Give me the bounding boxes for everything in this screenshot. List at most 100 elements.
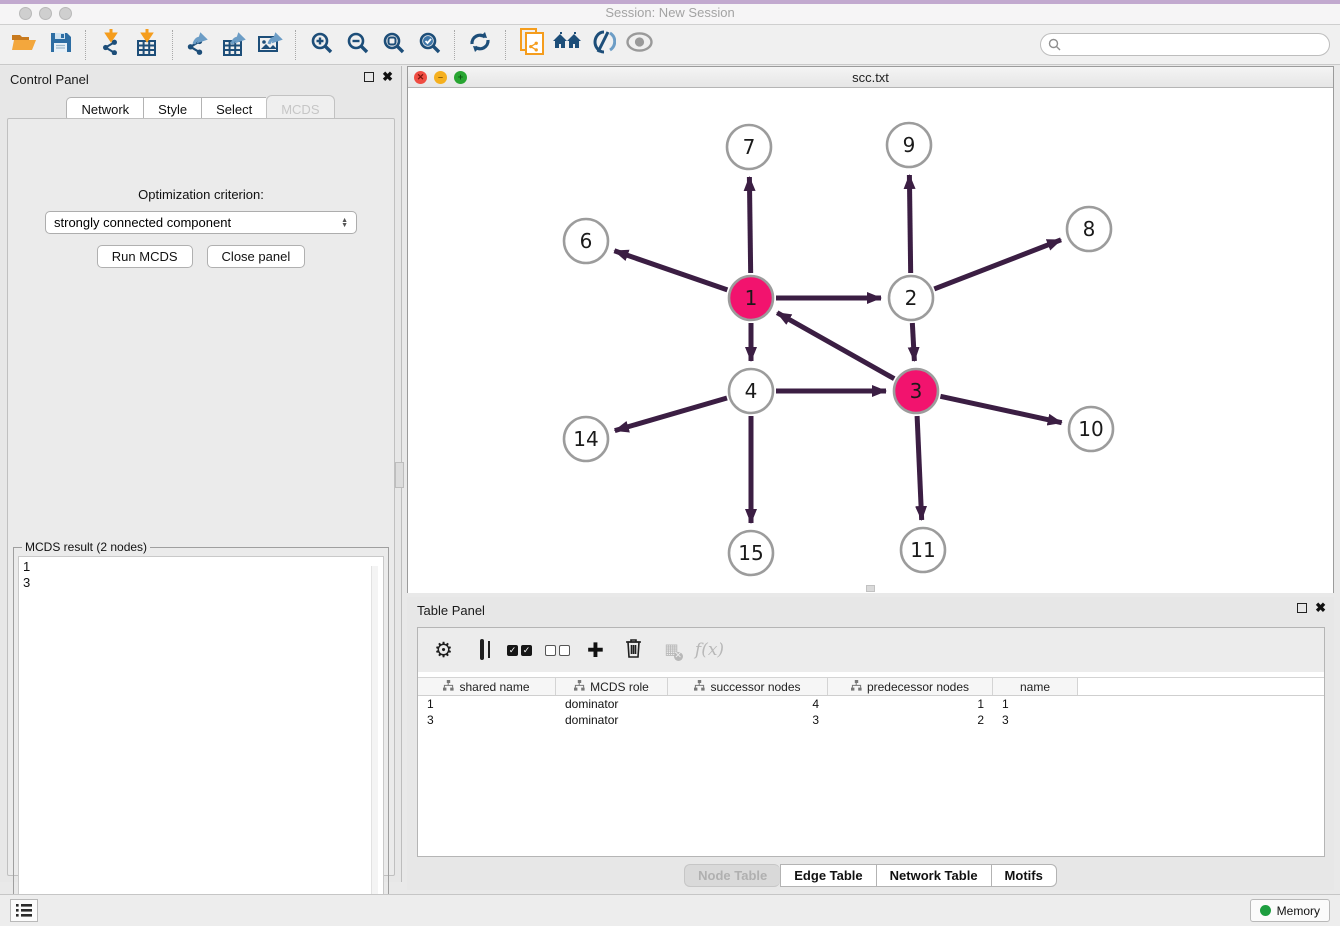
node-2[interactable]: 2 [889,276,933,320]
node-3[interactable]: 3 [894,369,938,413]
panel-splitter-handle[interactable] [395,462,404,488]
toolbar-separator [454,30,455,60]
refresh-button[interactable] [462,29,498,61]
cell-predecessor-nodes[interactable]: 1 [828,697,993,711]
houses-button[interactable] [549,29,585,61]
show-details-button[interactable] [621,29,657,61]
canvas-scroll-nub[interactable] [866,585,875,592]
save-session-button[interactable] [42,29,78,61]
cell-successor-nodes[interactable]: 3 [668,713,828,727]
export-image-button[interactable] [252,29,288,61]
export-table-button[interactable] [216,29,252,61]
run-mcds-button[interactable]: Run MCDS [97,245,193,268]
status-bar: Memory [0,894,1340,926]
criterion-dropdown-value: strongly connected component [54,215,341,230]
table-panel: Table Panel ✖ ⚙✓✓✚▦✕f(x) shared nameMCDS… [407,597,1334,890]
node-8[interactable]: 8 [1067,207,1111,251]
node-table[interactable]: shared nameMCDS rolesuccessor nodesprede… [418,677,1324,728]
table-settings-button[interactable]: ⚙ [428,635,459,665]
task-history-button[interactable] [10,899,38,922]
select-all-button[interactable]: ✓✓ [504,635,535,665]
node-1[interactable]: 1 [729,276,773,320]
edge-1-7[interactable] [749,177,750,273]
close-panel-icon[interactable]: ✖ [382,72,393,82]
cell-name[interactable]: 3 [993,713,1078,727]
task-list-icon [16,904,32,917]
edge-2-9[interactable] [909,175,910,273]
zoom-selected-button[interactable] [411,29,447,61]
export-image-icon [258,29,283,61]
zoom-out-button[interactable] [339,29,375,61]
column-header-predecessor-nodes[interactable]: predecessor nodes [828,678,993,695]
show-details-icon [626,32,653,57]
edge-1-6[interactable] [614,251,727,290]
mcds-tab-panel: Optimization criterion: strongly connect… [7,118,395,876]
column-header-shared-name[interactable]: shared name [418,678,556,695]
node-11[interactable]: 11 [901,528,945,572]
tab-edge-table[interactable]: Edge Table [780,864,875,887]
import-table-button[interactable] [129,29,165,61]
cell-name[interactable]: 1 [993,697,1078,711]
zoom-in-button[interactable] [303,29,339,61]
import-network-button[interactable] [93,29,129,61]
tab-motifs[interactable]: Motifs [991,864,1057,887]
table-row[interactable]: 3dominator323 [418,712,1324,728]
sort-tree-icon [443,680,454,694]
edge-3-10[interactable] [940,396,1061,422]
column-header-name[interactable]: name [993,678,1078,695]
node-10[interactable]: 10 [1069,407,1113,451]
edge-3-11[interactable] [917,416,922,520]
cell-successor-nodes[interactable]: 4 [668,697,828,711]
edge-2-8[interactable] [934,240,1061,289]
cell-shared-name[interactable]: 1 [418,697,556,711]
network-window-titlebar[interactable]: ✕ – + scc.txt [408,67,1333,88]
search-box[interactable] [1040,33,1330,56]
node-14[interactable]: 14 [564,417,608,461]
tab-node-table[interactable]: Node Table [684,864,780,887]
float-table-panel-icon[interactable] [1297,603,1307,613]
memory-button[interactable]: Memory [1250,899,1330,922]
edge-2-3[interactable] [912,323,914,361]
node-7[interactable]: 7 [727,125,771,169]
titlebar-accent-strip [0,0,1340,4]
node-9[interactable]: 9 [887,123,931,167]
add-button[interactable]: ✚ [580,635,611,665]
hide-details-button[interactable] [585,29,621,61]
float-panel-icon[interactable] [364,72,374,82]
cell-MCDS-role[interactable]: dominator [556,697,668,711]
node-15[interactable]: 15 [729,531,773,575]
cell-shared-name[interactable]: 3 [418,713,556,727]
cell-MCDS-role[interactable]: dominator [556,713,668,727]
column-header-MCDS-role[interactable]: MCDS role [556,678,668,695]
close-panel-button[interactable]: Close panel [207,245,306,268]
tab-network-table[interactable]: Network Table [876,864,991,887]
network-canvas[interactable]: 7 9 6 8 1 2 4 3 14 10 15 11 [408,88,1333,593]
edge-4-14[interactable] [615,398,727,431]
node-4[interactable]: 4 [729,369,773,413]
delete-button[interactable] [618,635,649,665]
column-header-successor-nodes[interactable]: successor nodes [668,678,828,695]
cell-predecessor-nodes[interactable]: 2 [828,713,993,727]
criterion-dropdown[interactable]: strongly connected component ▲▼ [45,211,357,234]
control-panel-header: Control Panel ✖ [0,66,401,92]
table-row[interactable]: 1dominator411 [418,696,1324,712]
toolbar-separator [505,30,506,60]
network-file-button[interactable] [513,29,549,61]
node-6[interactable]: 6 [564,219,608,263]
delete-icon [625,638,642,663]
mcds-result-scrollbar[interactable] [371,566,378,918]
network-graph[interactable]: 7 9 6 8 1 2 4 3 14 10 15 11 [408,88,1333,593]
zoom-fit-button[interactable] [375,29,411,61]
show-column-button[interactable] [466,635,497,665]
optimization-criterion-label: Optimization criterion: [8,187,394,202]
deselect-all-button[interactable] [542,635,573,665]
sort-tree-icon [694,680,705,694]
close-table-panel-icon[interactable]: ✖ [1315,603,1326,613]
toolbar-separator [172,30,173,60]
memory-label: Memory [1277,904,1320,918]
search-input[interactable] [1065,38,1329,52]
export-network-button[interactable] [180,29,216,61]
mcds-result-text[interactable]: 1 3 [18,556,384,924]
edge-3-1[interactable] [777,313,894,379]
open-file-button[interactable] [6,29,42,61]
